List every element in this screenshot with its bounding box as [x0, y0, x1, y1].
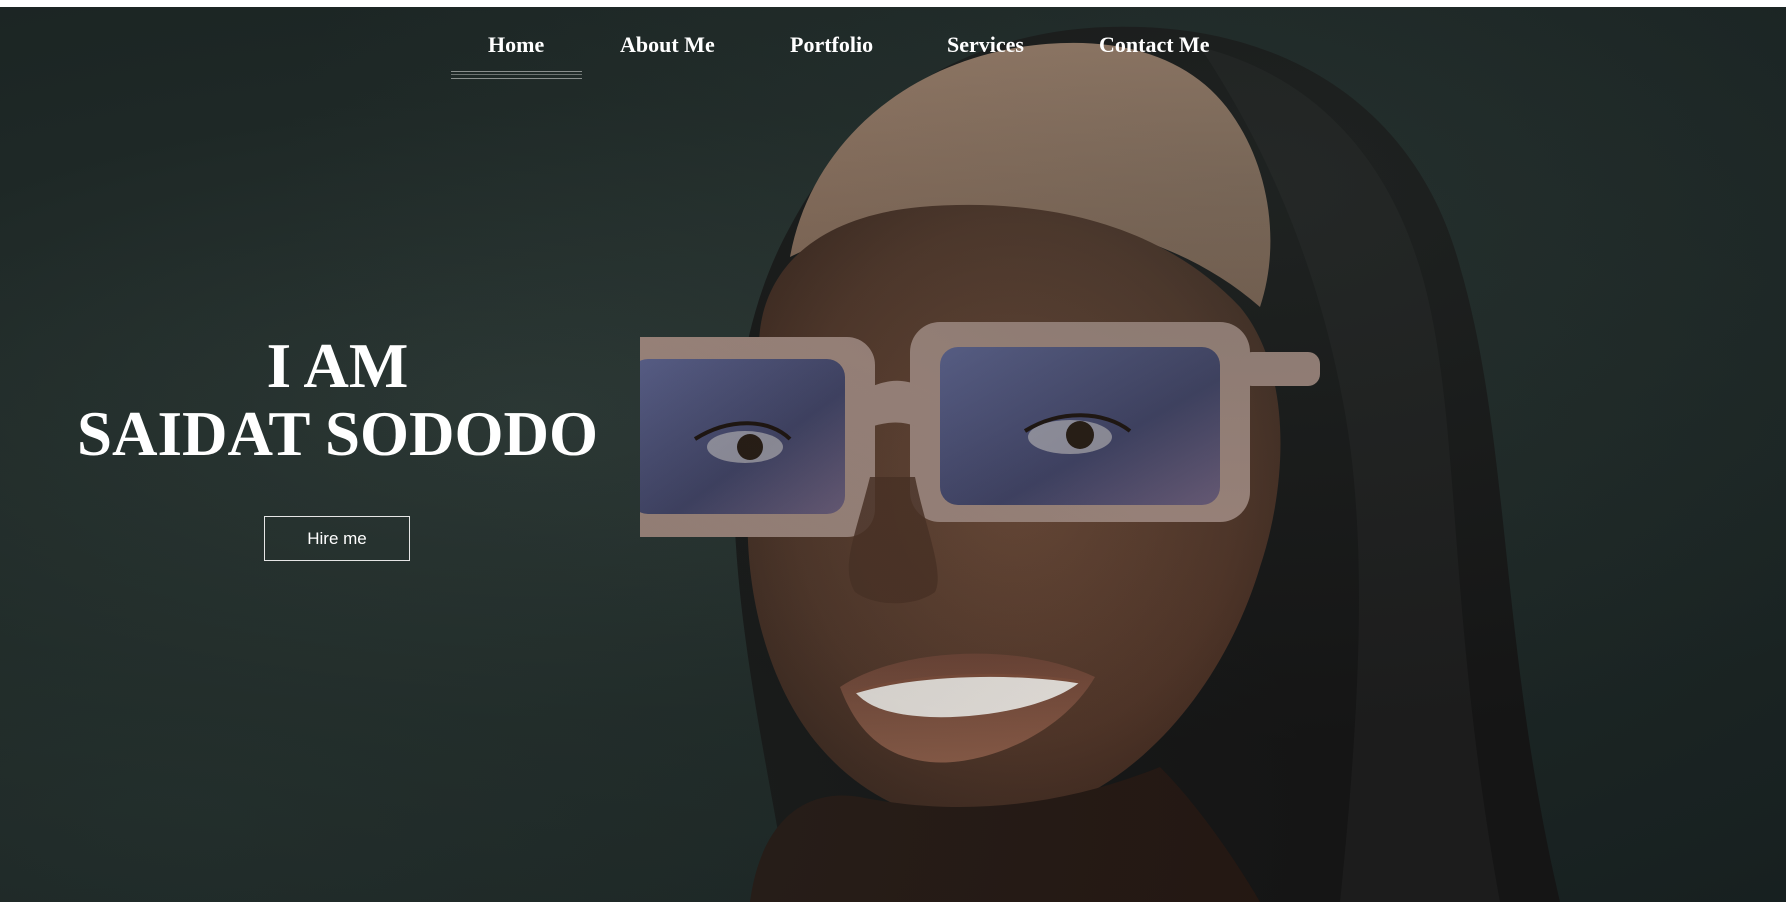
hero-headline: I AM SAIDAT SODODO: [60, 332, 615, 468]
nav-about-me[interactable]: About Me: [620, 32, 715, 58]
hire-me-button[interactable]: Hire me: [264, 516, 410, 561]
nav-contact-me[interactable]: Contact Me: [1099, 32, 1210, 58]
active-nav-indicator: [451, 71, 582, 79]
headline-line-1: I AM: [266, 331, 409, 401]
nav-portfolio[interactable]: Portfolio: [790, 32, 873, 58]
nav-home[interactable]: Home: [488, 32, 544, 58]
nav-services[interactable]: Services: [947, 32, 1024, 58]
main-navigation: Home About Me Portfolio Services Contact…: [0, 7, 1786, 87]
portrait-image: [640, 26, 1560, 902]
hero-section: Home About Me Portfolio Services Contact…: [0, 7, 1786, 902]
headline-line-2: SAIDAT SODODO: [76, 399, 599, 469]
